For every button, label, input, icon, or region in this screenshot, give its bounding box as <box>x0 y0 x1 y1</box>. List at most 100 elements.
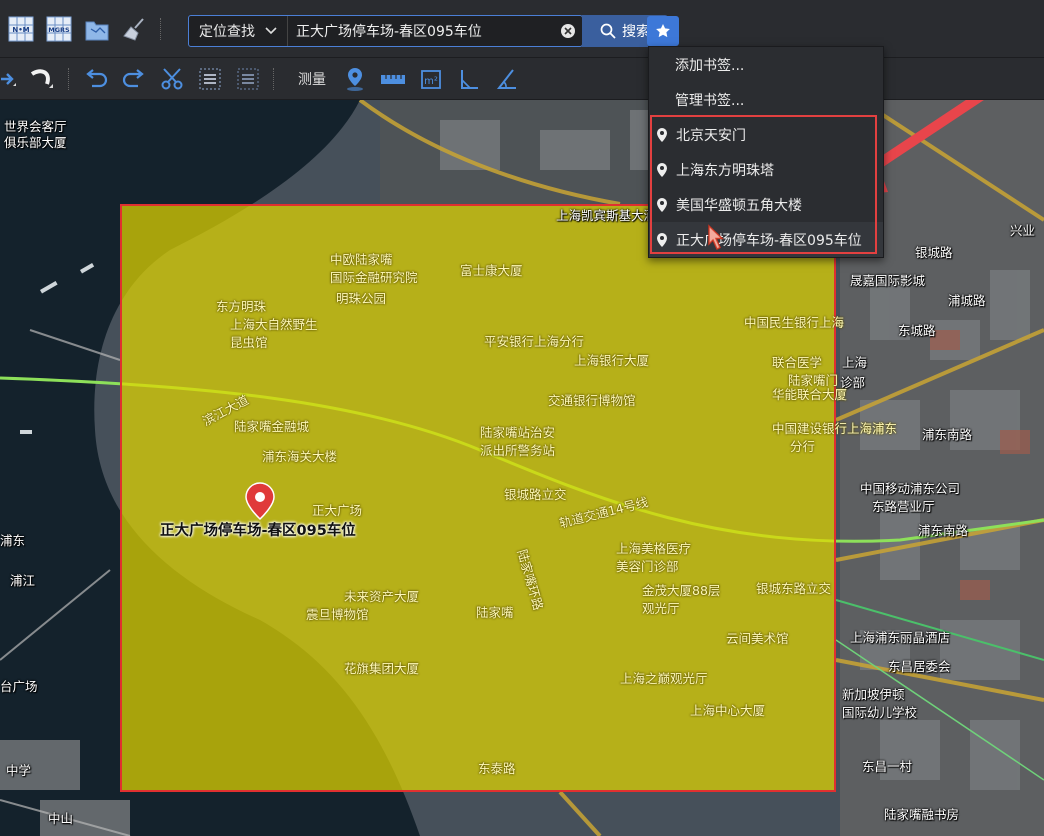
map-label: 中欧陆家嘴 <box>330 252 393 267</box>
arrow-right-icon[interactable] <box>0 64 20 94</box>
search-mode-label: 定位查找 <box>199 24 255 40</box>
map-label: 兴业 <box>1010 223 1036 238</box>
distance-icon[interactable] <box>378 64 408 94</box>
map-label: 中学 <box>6 763 32 778</box>
search-input[interactable] <box>288 16 554 46</box>
map-label: 中国移动浦东公司 <box>860 481 961 496</box>
toolbar-separator <box>68 67 71 90</box>
map-label: 上海中心大厦 <box>690 703 766 718</box>
redo-icon[interactable] <box>119 64 149 94</box>
folder-map-icon[interactable] <box>82 14 112 44</box>
undo-icon[interactable] <box>81 64 111 94</box>
cursor-hand-icon <box>708 224 724 251</box>
map-label: 分行 <box>790 439 816 454</box>
map-label: 云间美术馆 <box>726 631 789 646</box>
location-pin-icon <box>657 127 667 142</box>
map-label: 东昌居委会 <box>888 659 951 674</box>
map-label: 中国民生银行上海 <box>744 315 845 330</box>
map-label: 东城路 <box>898 323 936 338</box>
edit-toolbar: 测量 m² <box>0 58 1044 100</box>
select-box-icon[interactable] <box>195 64 225 94</box>
map-label: 上海美格医疗 <box>616 541 692 556</box>
nm-grid-icon[interactable]: N•M <box>6 14 36 44</box>
svg-text:m²: m² <box>424 76 438 87</box>
map-label: 银城路 <box>915 245 953 260</box>
marker-caption: 正大广场停车场-春区095车位 <box>160 523 356 539</box>
map-label: 浦东 <box>0 533 26 548</box>
map-label: 富士康大厦 <box>460 263 523 278</box>
bookmark-item[interactable]: 正大广场停车场-春区095车位 <box>649 222 883 257</box>
search-mode-select[interactable]: 定位查找 <box>189 16 288 46</box>
map-label: 浦东南路 <box>922 427 973 442</box>
map-label: 美容门诊部 <box>616 559 679 574</box>
map-label: 陆家嘴融书房 <box>884 807 960 822</box>
map-label: 新加坡伊顿 <box>842 687 905 702</box>
location-pin-icon <box>657 232 667 247</box>
angle-icon[interactable] <box>492 64 522 94</box>
toolbar-separator <box>273 67 276 90</box>
mgrs-grid-icon[interactable]: MGRS <box>44 14 74 44</box>
add-bookmark-label: 添加书签... <box>675 57 745 74</box>
location-pin-icon <box>657 197 667 212</box>
map-label: 国际幼儿学校 <box>842 705 918 720</box>
manage-bookmarks-label: 管理书签... <box>675 92 745 109</box>
search-box: 定位查找 <box>188 15 583 47</box>
map-label: 震旦博物馆 <box>306 607 369 622</box>
map-label: 东泰路 <box>478 761 516 776</box>
map-label: 昆虫馆 <box>230 335 268 350</box>
toolbar-separator <box>160 17 163 40</box>
location-measure-icon[interactable] <box>340 64 370 94</box>
map-label: 中国建设银行上海浦东 <box>772 421 898 436</box>
clear-icon <box>561 24 575 38</box>
map-label: 东昌一村 <box>862 759 913 774</box>
manage-bookmarks-item[interactable]: 管理书签... <box>649 82 883 117</box>
chevron-down-icon <box>265 27 277 35</box>
map-label: 浦城路 <box>948 293 986 308</box>
map-label: 上海之巅观光厅 <box>620 671 708 686</box>
map-label: 陆家嘴金融城 <box>234 419 310 434</box>
map-label: 观光厅 <box>642 601 680 616</box>
map-label: 上海浦东丽晶酒店 <box>850 630 951 645</box>
height-icon[interactable] <box>454 64 484 94</box>
location-pin-icon <box>657 162 667 177</box>
bookmark-item[interactable]: 北京天安门 <box>649 117 883 152</box>
map-label: 正大广场 <box>312 503 363 518</box>
map-label: 东方明珠 <box>216 299 267 314</box>
svg-text:MGRS: MGRS <box>48 26 70 34</box>
select-box-alt-icon[interactable] <box>233 64 263 94</box>
map-label: 晟嘉国际影城 <box>850 273 926 288</box>
map-label: 花旗集团大厦 <box>344 661 420 676</box>
map-label: 陆家嘴 <box>476 605 514 620</box>
map-label: 交通银行博物馆 <box>548 393 636 408</box>
map-label: 平安银行上海分行 <box>484 334 585 349</box>
map-label: 上海银行大厦 <box>574 353 650 368</box>
map-label: 华能联合大厦 <box>772 387 848 402</box>
broom-clear-icon[interactable] <box>120 14 150 44</box>
map-label: 浦东海关大楼 <box>262 449 338 464</box>
map-label: 未来资产大厦 <box>344 589 420 604</box>
search-bar: 定位查找 搜索 <box>188 15 668 47</box>
area-icon[interactable]: m² <box>416 64 446 94</box>
map-label: 台广场 <box>0 679 38 694</box>
add-bookmark-item[interactable]: 添加书签... <box>649 47 883 82</box>
bookmark-item[interactable]: 美国华盛顿五角大楼 <box>649 187 883 222</box>
svg-text:N•M: N•M <box>12 26 29 34</box>
scissors-icon[interactable] <box>157 64 187 94</box>
map-label: 东路营业厅 <box>872 499 935 514</box>
map-label: 浦江 <box>10 573 36 588</box>
map-view[interactable]: 世界会客厅 俱乐部大厦 上海凯宾斯基大酒店 兴业 银城路 晟嘉国际影城 浦城路 … <box>0 100 1044 836</box>
clear-search-button[interactable] <box>554 16 582 46</box>
curve-icon[interactable] <box>28 64 58 94</box>
map-label: 明珠公园 <box>336 291 387 306</box>
bookmark-item[interactable]: 上海东方明珠塔 <box>649 152 883 187</box>
star-icon <box>656 24 670 38</box>
map-label: 俱乐部大厦 <box>4 135 67 150</box>
measure-label: 测量 <box>298 71 326 88</box>
map-label: 派出所警务站 <box>480 443 556 458</box>
bookmark-button[interactable] <box>647 16 679 46</box>
map-label: 陆家嘴站治安 <box>480 425 556 440</box>
map-label: 上海 <box>842 355 868 370</box>
map-label: 银城路立交 <box>504 487 567 502</box>
bookmark-label: 上海东方明珠塔 <box>676 162 774 179</box>
map-label: 金茂大厦88层 <box>642 583 721 598</box>
